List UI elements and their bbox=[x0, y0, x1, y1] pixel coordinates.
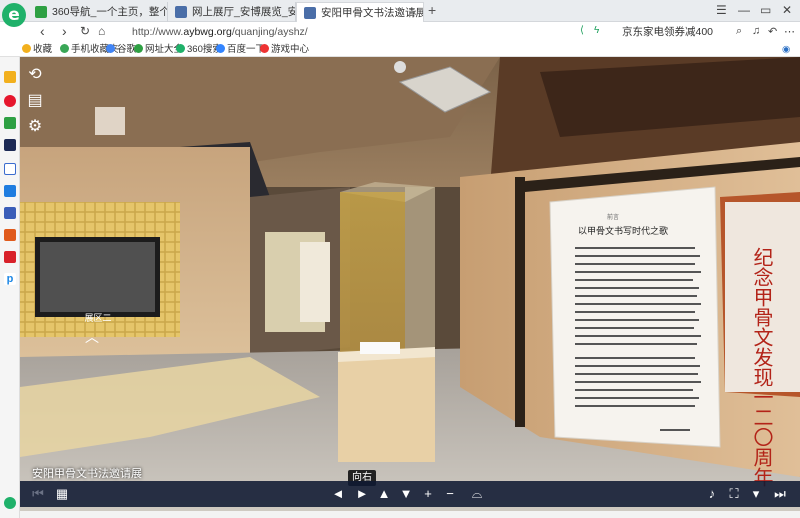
settings-icon[interactable]: ⚙ bbox=[25, 117, 45, 137]
lightning-icon[interactable]: ϟ bbox=[594, 25, 599, 36]
pin-icon[interactable]: ◉ bbox=[782, 42, 790, 57]
vr-icon[interactable]: ⌓ bbox=[466, 486, 488, 502]
tab-museum[interactable]: 网上展厅_安博展览_安阳博物馆 bbox=[168, 2, 296, 22]
chevron-up-icon[interactable]: ︿ bbox=[85, 330, 99, 346]
close-window-icon[interactable]: ✕ bbox=[782, 3, 792, 17]
game3-icon[interactable] bbox=[4, 229, 16, 241]
back-icon[interactable]: ‹ bbox=[40, 23, 45, 39]
tab-360-nav[interactable]: 360导航_一个主页，整个世界 bbox=[28, 2, 168, 22]
bookmark-favorites[interactable]: 收藏 bbox=[22, 42, 52, 57]
move-left-icon[interactable]: ◄ bbox=[330, 486, 346, 502]
collapse-icon[interactable]: ▾ bbox=[748, 486, 764, 502]
share-icon[interactable]: ⟨ bbox=[580, 25, 584, 36]
tab-favicon bbox=[175, 6, 187, 18]
undo-icon[interactable]: ↶ bbox=[768, 25, 777, 38]
game-app-icon[interactable] bbox=[4, 139, 16, 151]
pano-control-bar: 安阳甲骨文书法邀请展 ⏮ ▦ ◄ ► ▲ ▼ + − ⌓ ♪ ⛶ ▾ ⏭ bbox=[20, 468, 800, 507]
star-icon bbox=[22, 44, 31, 53]
wall-calligraphy: 纪念甲骨文发现一二〇周年 bbox=[750, 247, 774, 487]
navigation-bar: ‹ › ↻ ⌂ http://www.aybwg.org/quanjing/ay… bbox=[0, 22, 800, 42]
pay-icon[interactable]: p bbox=[4, 273, 16, 285]
refresh-icon[interactable]: ↻ bbox=[80, 24, 90, 38]
url-prefix: http://www. bbox=[132, 26, 184, 38]
phone-icon bbox=[60, 44, 69, 53]
comment-icon[interactable]: ▤ bbox=[25, 91, 45, 111]
doc-icon[interactable] bbox=[4, 163, 16, 175]
more-icon[interactable]: ⋯ bbox=[784, 25, 795, 38]
panel-header: 前言 bbox=[607, 213, 619, 221]
home-icon[interactable]: ⌂ bbox=[98, 24, 105, 38]
address-bar[interactable]: http://www.aybwg.org/quanjing/ayshz/ bbox=[132, 24, 572, 40]
bookmark-baidu[interactable]: 百度一下 bbox=[216, 42, 265, 57]
menu-icon[interactable]: ☰ bbox=[716, 3, 727, 17]
baidu-icon bbox=[216, 44, 225, 53]
sites-icon bbox=[134, 44, 143, 53]
tour-title: 安阳甲骨文书法邀请展 bbox=[32, 468, 142, 480]
museum-hall-scene: 展区二 ︿ 前言 以甲骨文书写时代之歌 纪念甲骨文发现一二〇周年 bbox=[20, 57, 800, 511]
tab-favicon bbox=[304, 7, 316, 19]
360-icon[interactable] bbox=[4, 497, 16, 509]
bookmark-google[interactable]: 谷歌 bbox=[106, 42, 136, 57]
bookmarks-bar: 收藏 手机收藏夹 谷歌 网址大全 360搜索 百度一下 游戏中心 ◉ bbox=[0, 42, 800, 57]
tab-exhibition[interactable]: 安阳甲骨文书法邀请展 × bbox=[296, 2, 424, 22]
maximize-icon[interactable]: ▭ bbox=[760, 3, 771, 17]
bookmark-games[interactable]: 游戏中心 bbox=[260, 42, 309, 57]
bookmark-360search[interactable]: 360搜索 bbox=[176, 42, 222, 57]
tab-label: 安阳甲骨文书法邀请展 bbox=[321, 7, 424, 19]
chat-icon[interactable] bbox=[4, 185, 16, 197]
browser-sidebar: p bbox=[0, 57, 20, 518]
browser-logo-icon[interactable]: e bbox=[2, 3, 26, 27]
panorama-view[interactable]: 展区二 ︿ 前言 以甲骨文书写时代之歌 纪念甲骨文发现一二〇周年 ⟲ ▤ ⚙ bbox=[20, 57, 800, 511]
game2-icon[interactable] bbox=[4, 207, 16, 219]
forward-icon[interactable]: › bbox=[62, 23, 67, 39]
new-tab-button[interactable]: + bbox=[428, 2, 436, 18]
game4-icon[interactable] bbox=[4, 251, 16, 263]
tab-bar: 360导航_一个主页，整个世界 网上展厅_安博展览_安阳博物馆 安阳甲骨文书法邀… bbox=[0, 0, 800, 22]
url-path: /quanjing/ayshz/ bbox=[231, 26, 308, 38]
close-tab-icon[interactable]: × bbox=[411, 3, 417, 22]
tab-label: 网上展厅_安博展览_安阳博物馆 bbox=[192, 6, 296, 18]
search-input[interactable]: 京东家电领券减400 bbox=[622, 24, 732, 40]
url-domain: aybwg.org bbox=[183, 26, 232, 38]
google-icon bbox=[106, 44, 115, 53]
panel-title: 以甲骨文书写时代之歌 bbox=[578, 225, 668, 237]
weibo-icon[interactable] bbox=[4, 95, 16, 107]
fullscreen-icon[interactable]: ⛶ bbox=[726, 486, 742, 502]
rotate-icon[interactable]: ⟲ bbox=[25, 65, 45, 85]
tab-favicon bbox=[35, 6, 47, 18]
search-360-icon bbox=[176, 44, 185, 53]
previous-scene-icon[interactable]: ⏮ bbox=[30, 486, 46, 502]
next-scene-icon[interactable]: ⏭ bbox=[772, 486, 788, 502]
photo-label: 展区二 bbox=[84, 313, 111, 324]
headset-icon[interactable]: ♫ bbox=[752, 25, 760, 37]
sound-icon[interactable]: ♪ bbox=[704, 486, 720, 502]
search-icon[interactable]: ⌕ bbox=[736, 25, 742, 38]
zoom-out-icon[interactable]: − bbox=[442, 486, 458, 502]
star-icon[interactable] bbox=[4, 71, 16, 83]
move-down-icon[interactable]: ▼ bbox=[398, 486, 414, 502]
grid-icon[interactable]: ▦ bbox=[54, 486, 70, 502]
minimize-icon[interactable]: — bbox=[738, 3, 750, 17]
zoom-in-icon[interactable]: + bbox=[420, 486, 436, 502]
game-icon bbox=[260, 44, 269, 53]
move-right-icon[interactable]: ► bbox=[354, 486, 370, 502]
tab-label: 360导航_一个主页，整个世界 bbox=[52, 6, 168, 18]
mail-icon[interactable] bbox=[4, 117, 16, 129]
move-up-icon[interactable]: ▲ bbox=[376, 486, 392, 502]
